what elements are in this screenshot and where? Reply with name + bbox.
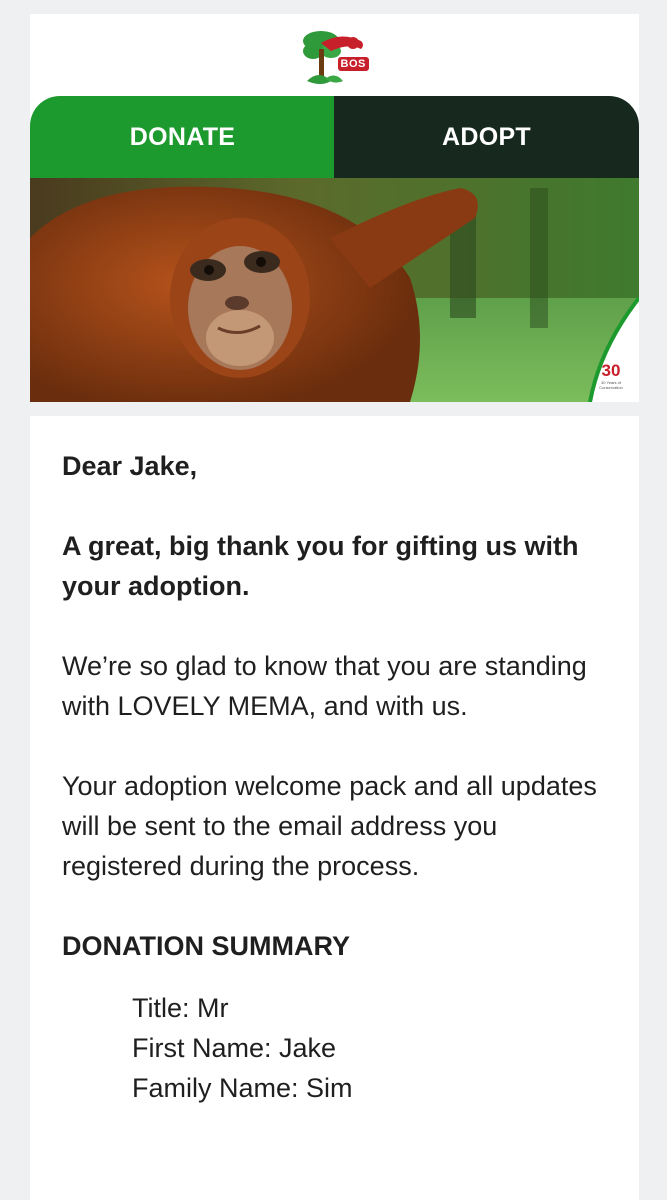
email-content: Dear Jake, A great, big thank you for gi… (62, 446, 602, 1108)
badge-number: 30 (601, 361, 621, 380)
orangutan-photo (30, 178, 639, 402)
bos-logo[interactable]: BOS (291, 21, 379, 89)
donation-summary-list: Title: Mr First Name: Jake Family Name: … (132, 988, 602, 1108)
badge-subtext: 30 Years of Conservation (599, 380, 623, 390)
paragraph-welcome-pack: Your adoption welcome pack and all updat… (62, 771, 597, 881)
paragraph-standing: We’re so glad to know that you are stand… (62, 651, 587, 721)
anniversary-badge: 30 30 Years of Conservation (591, 356, 631, 396)
adopt-button[interactable]: ADOPT (334, 96, 639, 178)
email-header-card: BOS DONATE ADOPT 30 30 Years of Conserva… (30, 14, 639, 402)
summary-family-name-row: Family Name: Sim (132, 1073, 353, 1103)
donation-summary-title: DONATION SUMMARY (62, 931, 350, 961)
donate-button[interactable]: DONATE (30, 96, 335, 178)
orangutan-hero-image: 30 30 Years of Conservation (30, 178, 639, 402)
summary-title-row: Title: Mr (132, 993, 229, 1023)
logo-text: BOS (337, 57, 369, 71)
header-tabs: DONATE ADOPT (30, 96, 639, 178)
logo-area: BOS (30, 14, 639, 96)
orangutan-tree-icon (302, 31, 363, 84)
greeting: Dear Jake, (62, 451, 198, 481)
summary-first-name-row: First Name: Jake (132, 1033, 337, 1063)
thank-you-heading: A great, big thank you for gifting us wi… (62, 531, 579, 601)
email-body-card: Dear Jake, A great, big thank you for gi… (30, 416, 639, 1200)
